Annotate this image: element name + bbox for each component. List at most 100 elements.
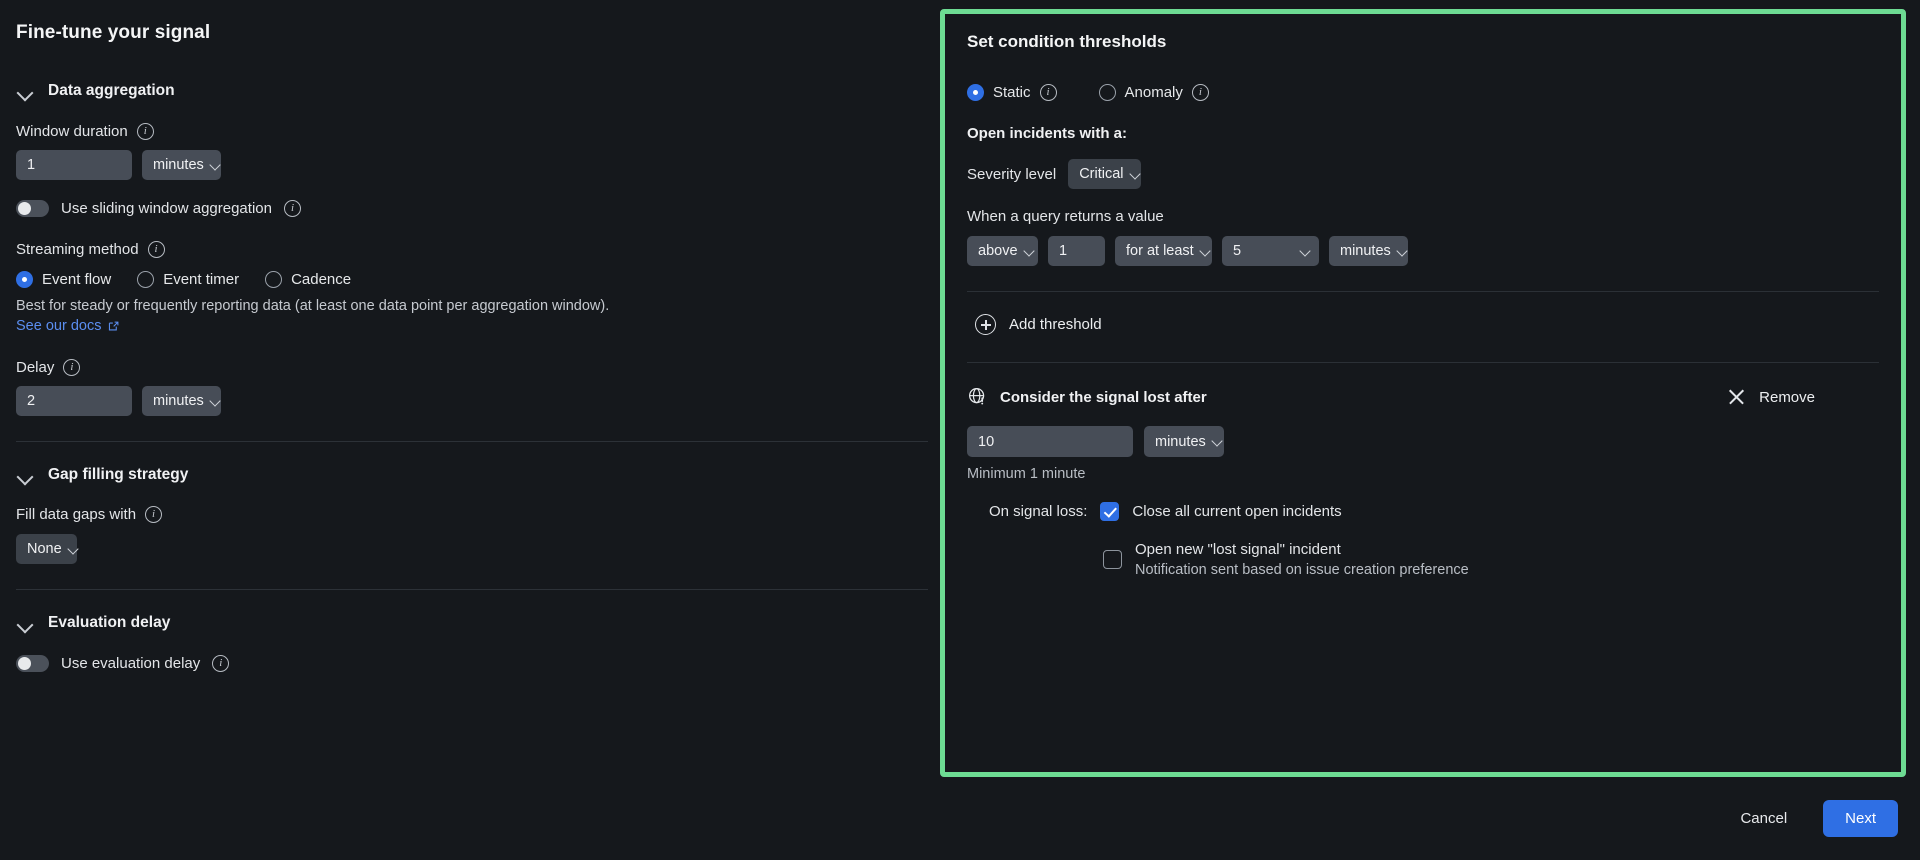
signal-lost-title-row: Consider the signal lost after [967, 386, 1207, 408]
severity-level-row: Severity level Critical [967, 159, 1879, 189]
sliding-window-toggle-row: Use sliding window aggregation i [16, 200, 928, 217]
chevron-down-icon [1131, 170, 1140, 179]
info-icon-streaming-method[interactable]: i [147, 241, 165, 258]
severity-level-select[interactable]: Critical [1068, 159, 1142, 189]
radio-indicator [967, 84, 984, 101]
streaming-method-label: Streaming method [16, 241, 139, 258]
page-title: Fine-tune your signal [16, 22, 211, 43]
info-icon-sliding-window[interactable]: i [283, 200, 301, 217]
duration-qualifier-select[interactable]: for at least [1115, 236, 1212, 266]
see-our-docs-label: See our docs [16, 318, 102, 334]
close-open-incidents-label: Close all current open incidents [1132, 503, 1342, 520]
signal-lost-unit-select[interactable]: minutes [1144, 426, 1224, 457]
window-duration-controls: minutes [16, 150, 928, 180]
plus-icon [975, 314, 996, 335]
remove-label: Remove [1759, 388, 1815, 406]
chevron-down-icon [16, 614, 34, 632]
condition-operator-select[interactable]: above [967, 236, 1038, 266]
cancel-button[interactable]: Cancel [1726, 801, 1801, 836]
signal-lost-title: Consider the signal lost after [1000, 388, 1207, 406]
streaming-method-label-row: Streaming method i [16, 241, 928, 258]
radio-option-event-timer[interactable]: Event timer [137, 271, 239, 288]
fill-data-gaps-label-row: Fill data gaps with i [16, 506, 928, 523]
window-duration-input[interactable] [16, 150, 132, 180]
window-duration-unit-select[interactable]: minutes [142, 150, 221, 180]
radio-option-anomaly[interactable]: Anomaly i [1098, 84, 1209, 101]
delay-input[interactable] [16, 386, 132, 416]
panel-title: Set condition thresholds [967, 32, 1167, 51]
info-icon-fill-data-gaps[interactable]: i [145, 506, 163, 523]
radio-indicator [265, 271, 283, 288]
section-header-evaluation-delay[interactable]: Evaluation delay [16, 614, 928, 632]
chevron-down-icon [16, 82, 34, 100]
evaluation-delay-toggle[interactable] [16, 655, 49, 672]
chevron-down-icon [1025, 247, 1034, 256]
duration-value-select[interactable]: 5 [1222, 236, 1319, 266]
section-title-gap-filling: Gap filling strategy [48, 466, 189, 483]
divider [967, 362, 1879, 363]
info-icon-delay[interactable]: i [63, 359, 81, 376]
toggle-knob [18, 657, 31, 670]
see-our-docs-link[interactable]: See our docs [16, 318, 120, 334]
page-root: Fine-tune your signal Data aggregation W… [0, 0, 1920, 860]
signal-lost-duration-controls: minutes [967, 426, 1879, 457]
chevron-down-icon [1213, 437, 1222, 446]
section-title-data-aggregation: Data aggregation [48, 82, 175, 99]
threshold-mode-radio-group: Static i Anomaly i [967, 84, 1879, 101]
radio-label: Event timer [163, 271, 240, 288]
remove-signal-lost-button[interactable]: Remove [1727, 388, 1815, 407]
sliding-window-toggle-label: Use sliding window aggregation [61, 200, 272, 217]
radio-option-cadence[interactable]: Cadence [265, 271, 351, 288]
info-icon-anomaly[interactable]: i [1191, 84, 1209, 101]
delay-unit-value: minutes [153, 393, 204, 409]
signal-lost-icon [969, 388, 985, 405]
streaming-method-radio-group: Event flow Event timer Cadence [16, 271, 928, 288]
threshold-condition-row: above for at least 5 minutes [967, 236, 1879, 266]
fill-data-gaps-label: Fill data gaps with [16, 506, 137, 523]
set-condition-thresholds-panel: Set condition thresholds Static i Anomal… [940, 9, 1906, 777]
section-header-data-aggregation[interactable]: Data aggregation [16, 82, 928, 100]
window-duration-unit-value: minutes [153, 157, 204, 173]
open-lost-signal-checkbox[interactable] [1103, 550, 1122, 569]
radio-indicator [137, 271, 155, 288]
open-lost-signal-label: Open new "lost signal" incident [1135, 541, 1341, 558]
sliding-window-toggle[interactable] [16, 200, 49, 217]
info-icon-evaluation-delay[interactable]: i [212, 655, 230, 672]
radio-indicator [16, 271, 33, 288]
section-title-evaluation-delay: Evaluation delay [48, 614, 171, 631]
radio-label: Event flow [42, 271, 112, 288]
on-signal-loss-row: On signal loss: Close all current open i… [967, 502, 1879, 521]
info-icon-window-duration[interactable]: i [136, 123, 154, 140]
condition-operator-value: above [978, 243, 1018, 259]
divider [967, 291, 1879, 292]
window-duration-label-row: Window duration i [16, 123, 928, 140]
open-incidents-label: Open incidents with a: [967, 125, 1128, 142]
signal-lost-unit-value: minutes [1155, 433, 1206, 450]
fill-data-gaps-select[interactable]: None [16, 534, 77, 564]
streaming-method-help-text: Best for steady or frequently reporting … [16, 298, 610, 314]
delay-unit-select[interactable]: minutes [142, 386, 221, 416]
section-header-gap-filling[interactable]: Gap filling strategy [16, 466, 928, 484]
on-signal-loss-label: On signal loss: [989, 503, 1088, 520]
radio-label: Cadence [291, 271, 352, 288]
threshold-value-input[interactable] [1048, 236, 1105, 266]
chevron-down-icon [1398, 247, 1407, 256]
evaluation-delay-toggle-label: Use evaluation delay [61, 655, 201, 672]
radio-option-event-flow[interactable]: Event flow [16, 271, 111, 288]
chevron-down-icon [211, 161, 220, 170]
notification-note: Notification sent based on issue creatio… [1135, 562, 1469, 578]
delay-controls: minutes [16, 386, 928, 416]
open-lost-signal-row: Open new "lost signal" incident Notifica… [967, 541, 1879, 578]
close-open-incidents-checkbox[interactable] [1100, 502, 1120, 521]
signal-lost-header: Consider the signal lost after Remove [967, 386, 1879, 408]
fill-data-gaps-controls: None [16, 534, 928, 564]
next-button[interactable]: Next [1823, 800, 1898, 837]
signal-lost-duration-input[interactable] [967, 426, 1133, 457]
delay-label-row: Delay i [16, 359, 928, 376]
duration-unit-select[interactable]: minutes [1329, 236, 1408, 266]
info-icon-static[interactable]: i [1039, 84, 1057, 101]
radio-option-static[interactable]: Static i [967, 84, 1057, 101]
add-threshold-label: Add threshold [1009, 316, 1102, 333]
external-link-icon [109, 321, 119, 330]
add-threshold-button[interactable]: Add threshold [975, 314, 1102, 335]
